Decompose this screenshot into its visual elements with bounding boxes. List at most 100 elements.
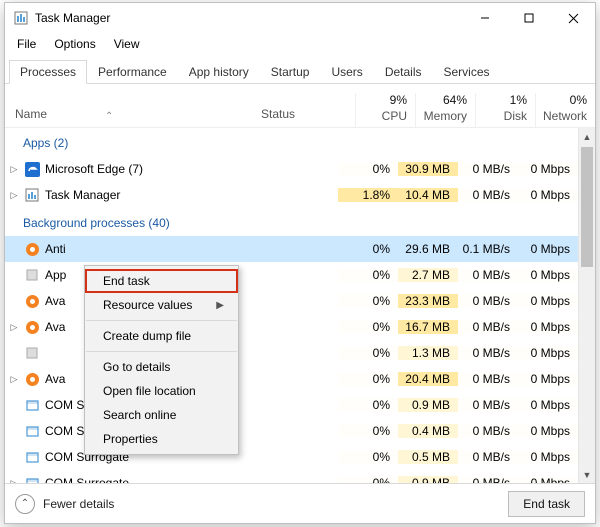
network-cell: 0 Mbps — [518, 450, 578, 464]
tab-details[interactable]: Details — [374, 60, 433, 84]
ctx-open-file-location[interactable]: Open file location — [85, 379, 238, 403]
cpu-cell: 0% — [338, 242, 398, 256]
process-icon — [23, 161, 41, 177]
disk-cell: 0 MB/s — [458, 450, 518, 464]
process-icon — [23, 319, 41, 335]
ctx-create-dump[interactable]: Create dump file — [85, 324, 238, 348]
process-row[interactable]: ▷COM Surrogate0%0.9 MB0 MB/s0 Mbps — [5, 470, 578, 483]
network-cell: 0 Mbps — [518, 398, 578, 412]
memory-cell: 1.3 MB — [398, 346, 458, 360]
disk-cell: 0 MB/s — [458, 188, 518, 202]
tab-performance[interactable]: Performance — [87, 60, 178, 84]
maximize-button[interactable] — [507, 3, 551, 33]
tab-processes[interactable]: Processes — [9, 60, 87, 84]
cpu-cell: 0% — [338, 268, 398, 282]
expand-icon[interactable]: ▷ — [5, 478, 23, 484]
scroll-track[interactable] — [579, 145, 595, 466]
menu-file[interactable]: File — [9, 35, 44, 53]
expand-icon[interactable]: ▷ — [5, 374, 23, 385]
memory-cell: 30.9 MB — [398, 162, 458, 176]
expand-icon[interactable]: ▷ — [5, 164, 23, 175]
col-cpu[interactable]: 9%CPU — [355, 93, 415, 127]
expand-icon[interactable]: ▷ — [5, 190, 23, 201]
process-row[interactable]: ▷Microsoft Edge (7)0%30.9 MB0 MB/s0 Mbps — [5, 156, 578, 182]
menu-options[interactable]: Options — [46, 35, 103, 53]
memory-cell: 10.4 MB — [398, 188, 458, 202]
network-cell: 0 Mbps — [518, 476, 578, 483]
disk-cell: 0 MB/s — [458, 398, 518, 412]
close-button[interactable] — [551, 3, 595, 33]
cpu-cell: 0% — [338, 372, 398, 386]
scroll-up-button[interactable]: ▲ — [579, 128, 595, 145]
minimize-button[interactable] — [463, 3, 507, 33]
menubar: File Options View — [5, 33, 595, 55]
tab-startup[interactable]: Startup — [260, 60, 321, 84]
scrollbar[interactable]: ▲ ▼ — [578, 128, 595, 483]
disk-cell: 0 MB/s — [458, 346, 518, 360]
app-icon — [13, 10, 29, 26]
process-icon — [23, 293, 41, 309]
scroll-down-button[interactable]: ▼ — [579, 466, 595, 483]
network-cell: 0 Mbps — [518, 372, 578, 386]
network-cell: 0 Mbps — [518, 162, 578, 176]
process-name: Task Manager — [45, 188, 238, 202]
tab-app-history[interactable]: App history — [178, 60, 260, 84]
process-icon — [23, 267, 41, 283]
tab-users[interactable]: Users — [320, 60, 373, 84]
process-icon — [23, 187, 41, 203]
ctx-resource-values[interactable]: Resource values▶ — [85, 293, 238, 317]
ctx-properties[interactable]: Properties — [85, 427, 238, 451]
process-icon — [23, 345, 41, 361]
tab-services[interactable]: Services — [433, 60, 501, 84]
ctx-end-task[interactable]: End task — [85, 269, 238, 293]
fewer-details-label: Fewer details — [43, 497, 114, 511]
col-disk[interactable]: 1%Disk — [475, 93, 535, 127]
process-icon — [23, 241, 41, 257]
cpu-cell: 1.8% — [338, 188, 398, 202]
expand-icon[interactable]: ▷ — [5, 322, 23, 333]
process-icon — [23, 449, 41, 465]
col-memory[interactable]: 64%Memory — [415, 93, 475, 127]
disk-cell: 0 MB/s — [458, 294, 518, 308]
titlebar: Task Manager — [5, 3, 595, 33]
sort-indicator-icon: ⌃ — [105, 111, 113, 122]
disk-cell: 0 MB/s — [458, 320, 518, 334]
network-cell: 0 Mbps — [518, 346, 578, 360]
memory-cell: 0.9 MB — [398, 398, 458, 412]
process-icon — [23, 397, 41, 413]
end-task-button[interactable]: End task — [508, 491, 585, 517]
disk-cell: 0 MB/s — [458, 162, 518, 176]
scroll-thumb[interactable] — [581, 147, 593, 267]
memory-cell: 20.4 MB — [398, 372, 458, 386]
menu-view[interactable]: View — [106, 35, 148, 53]
network-cell: 0 Mbps — [518, 424, 578, 438]
memory-cell: 29.6 MB — [398, 242, 458, 256]
cpu-cell: 0% — [338, 294, 398, 308]
submenu-arrow-icon: ▶ — [216, 300, 224, 311]
group-header-apps: Apps (2) — [5, 128, 578, 156]
memory-cell: 2.7 MB — [398, 268, 458, 282]
cpu-cell: 0% — [338, 320, 398, 334]
fewer-details-button[interactable]: ⌃ Fewer details — [15, 494, 114, 514]
process-icon — [23, 423, 41, 439]
ctx-go-to-details[interactable]: Go to details — [85, 355, 238, 379]
disk-cell: 0 MB/s — [458, 424, 518, 438]
cpu-cell: 0% — [338, 398, 398, 412]
col-status[interactable]: Status — [255, 107, 355, 127]
chevron-up-icon: ⌃ — [15, 494, 35, 514]
window-buttons — [463, 3, 595, 33]
cpu-cell: 0% — [338, 450, 398, 464]
memory-cell: 23.3 MB — [398, 294, 458, 308]
column-headers: ⌃ Name Status 9%CPU 64%Memory 1%Disk 0%N… — [5, 84, 595, 128]
disk-cell: 0.1 MB/s — [458, 242, 518, 256]
ctx-separator — [86, 351, 237, 352]
col-network[interactable]: 0%Network — [535, 93, 595, 127]
ctx-search-online[interactable]: Search online — [85, 403, 238, 427]
process-row[interactable]: ▷Task Manager1.8%10.4 MB0 MB/s0 Mbps — [5, 182, 578, 208]
group-header-bg: Background processes (40) — [5, 208, 578, 236]
ctx-separator — [86, 320, 237, 321]
disk-cell: 0 MB/s — [458, 372, 518, 386]
process-row[interactable]: Anti0%29.6 MB0.1 MB/s0 Mbps — [5, 236, 578, 262]
process-name: Anti — [45, 242, 238, 256]
col-name[interactable]: ⌃ Name — [5, 107, 255, 127]
